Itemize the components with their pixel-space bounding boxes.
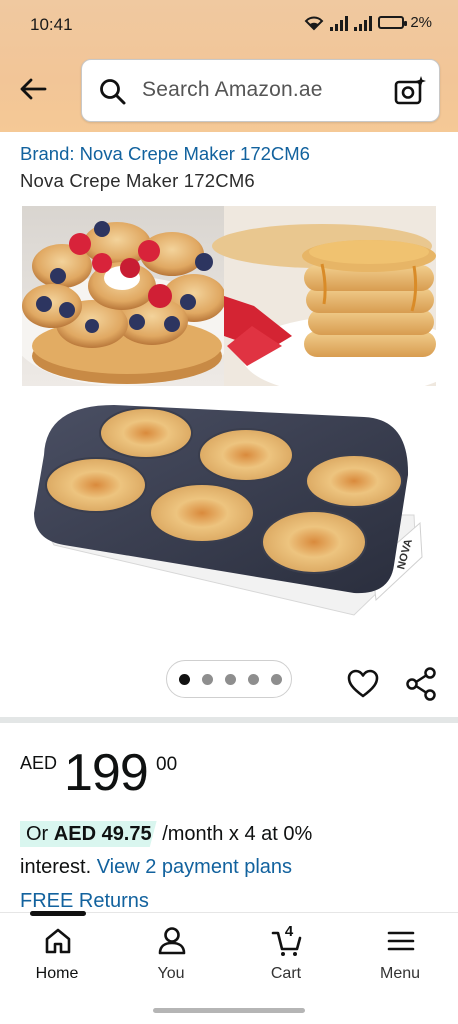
- price-whole: 199: [64, 744, 149, 802]
- installment-info: Or AED 49.75 /month x 4 at 0% interest. …: [20, 818, 440, 884]
- brand-link[interactable]: Brand: Nova Crepe Maker 172CM6: [20, 143, 310, 165]
- nav-cart-label: Cart: [270, 965, 302, 982]
- nav-home-label: Home: [35, 965, 79, 982]
- pancake-illustration: [22, 206, 436, 386]
- section-divider: [0, 717, 458, 723]
- product-title: Nova Crepe Maker 172CM6: [20, 170, 255, 191]
- camera-search-icon[interactable]: [393, 74, 427, 108]
- back-arrow-icon[interactable]: [16, 72, 50, 106]
- image-carousel-indicator[interactable]: [166, 660, 292, 698]
- status-time: 10:41: [30, 15, 73, 34]
- gesture-bar: [153, 1008, 305, 1013]
- search-input[interactable]: Search Amazon.ae: [81, 59, 440, 122]
- installment-terms: /month x 4 at 0%: [162, 823, 313, 845]
- installment-highlight: Or AED 49.75: [20, 821, 157, 847]
- nav-you-label: You: [157, 965, 185, 982]
- carousel-dot[interactable]: [271, 674, 282, 685]
- status-bar: 10:41 2%: [0, 0, 458, 52]
- nav-menu-label: Menu: [379, 965, 421, 982]
- share-icon[interactable]: [404, 666, 438, 702]
- price-currency: AED: [20, 753, 58, 773]
- search-icon: [100, 79, 126, 105]
- signal-icon: [330, 15, 349, 31]
- user-icon: [158, 927, 186, 955]
- menu-icon: [387, 931, 415, 951]
- installment-amount: AED 49.75: [53, 823, 152, 845]
- product-image-crepe-grill[interactable]: NOVA: [24, 395, 424, 635]
- status-icons: 2%: [304, 14, 432, 31]
- carousel-dot[interactable]: [225, 674, 236, 685]
- free-returns-link[interactable]: FREE Returns: [20, 890, 149, 913]
- search-placeholder: Search Amazon.ae: [142, 78, 323, 101]
- nav-cart[interactable]: 4 Cart: [229, 913, 343, 993]
- installment-line2: interest.: [20, 856, 97, 878]
- nav-menu[interactable]: Menu: [343, 913, 457, 993]
- payment-plans-link[interactable]: View 2 payment plans: [97, 856, 292, 878]
- installment-prefix: Or: [26, 823, 54, 845]
- carousel-dot[interactable]: [202, 674, 213, 685]
- nav-you[interactable]: You: [114, 913, 228, 993]
- wifi-icon: [304, 16, 324, 30]
- carousel-dot[interactable]: [248, 674, 259, 685]
- battery-icon: [378, 16, 408, 29]
- battery-level: 2%: [410, 14, 432, 31]
- app-header: 10:41 2% Search Amazon.ae: [0, 0, 458, 132]
- signal-icon-2: [354, 15, 373, 31]
- carousel-dot-active[interactable]: [179, 674, 190, 685]
- nav-home[interactable]: Home: [0, 913, 114, 993]
- price-fraction: 00: [156, 754, 178, 775]
- home-icon: [45, 928, 71, 954]
- product-image-pancakes[interactable]: [22, 206, 436, 386]
- cart-count-badge: 4: [284, 923, 294, 940]
- wishlist-heart-icon[interactable]: [346, 667, 380, 701]
